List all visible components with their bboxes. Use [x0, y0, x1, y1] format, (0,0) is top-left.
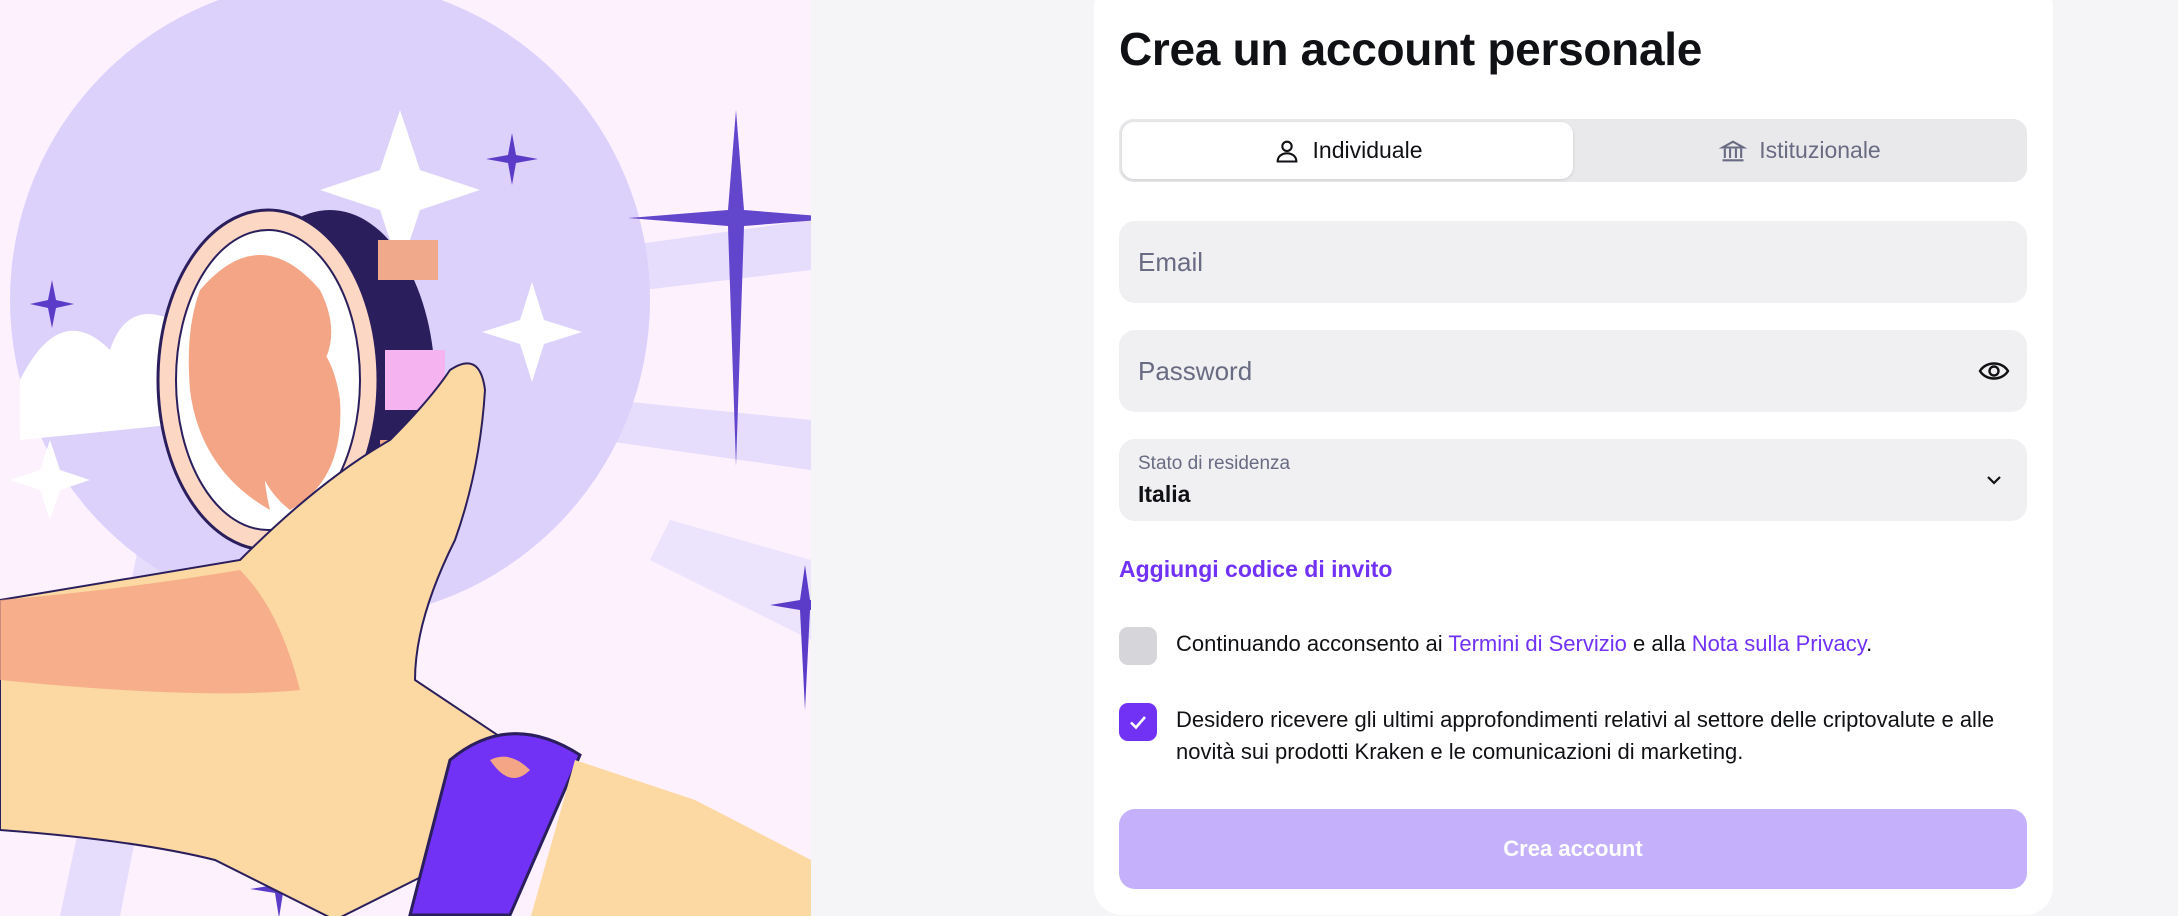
create-account-button[interactable]: Crea account: [1119, 809, 2027, 889]
terms-text: Continuando acconsento ai Termini di Ser…: [1176, 628, 1872, 660]
account-type-tabs: Individuale Istituzionale: [1119, 119, 2027, 182]
country-value: Italia: [1138, 481, 1191, 507]
marketing-checkbox[interactable]: [1119, 703, 1157, 741]
chevron-down-icon: [1987, 476, 2001, 485]
country-label: Stato di residenza: [1138, 453, 1291, 474]
bank-icon: [1719, 139, 1748, 161]
page-title: Crea un account personale: [1119, 23, 1702, 75]
hand-holding-coin-illustration: [0, 0, 811, 916]
hero-illustration: [0, 0, 811, 916]
user-icon: [1276, 140, 1297, 163]
password-field[interactable]: Password: [1119, 330, 2027, 412]
terms-of-service-link[interactable]: Termini di Servizio: [1448, 631, 1627, 656]
country-select[interactable]: Stato di residenza Italia: [1119, 439, 2027, 521]
add-invite-code-link[interactable]: Aggiungi codice di invito: [1119, 556, 1392, 583]
email-field[interactable]: Email: [1119, 221, 2027, 303]
tab-individuale-label: Individuale: [1312, 137, 1423, 163]
tab-individuale[interactable]: Individuale: [1122, 122, 1573, 179]
check-icon: [1130, 716, 1146, 730]
eye-icon[interactable]: [1978, 356, 2010, 386]
privacy-note-link[interactable]: Nota sulla Privacy: [1692, 631, 1866, 656]
tab-istituzionale-label: Istituzionale: [1759, 137, 1881, 163]
marketing-text: Desidero ricevere gli ultimi approfondim…: [1176, 707, 1995, 764]
terms-suffix: .: [1866, 631, 1873, 656]
terms-middle: e alla: [1626, 631, 1692, 656]
tab-istituzionale[interactable]: Istituzionale: [1576, 122, 2024, 179]
terms-prefix: Continuando acconsento ai: [1176, 631, 1449, 656]
terms-checkbox[interactable]: [1119, 627, 1157, 665]
